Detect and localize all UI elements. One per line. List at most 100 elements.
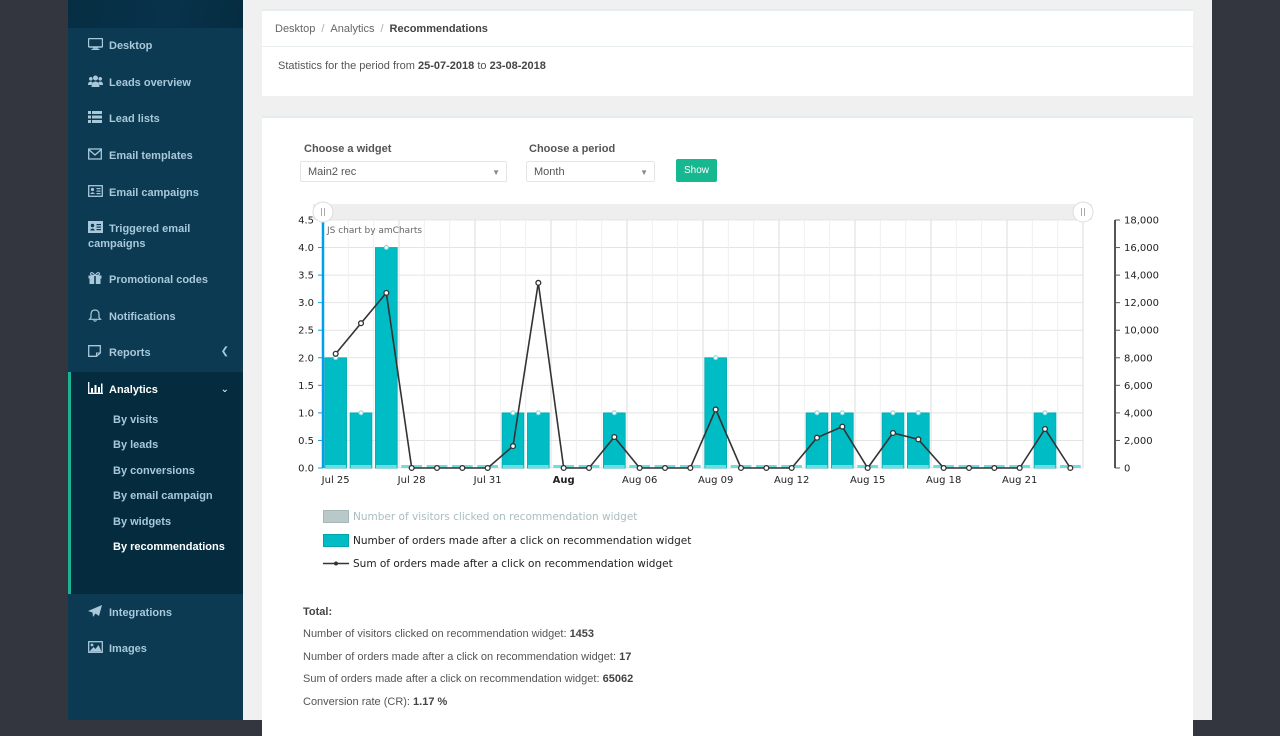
sidebar-item-integrations[interactable]: Integrations: [88, 605, 233, 621]
line-point: [712, 406, 719, 413]
sidebar-subitem-by-leads[interactable]: By leads: [113, 438, 158, 453]
sidebar-item-notifications[interactable]: Notifications: [88, 309, 233, 325]
total-value: 1453: [569, 628, 595, 640]
widget-label: Choose a widget: [304, 143, 392, 155]
line-point: [788, 464, 795, 472]
widget-select-value: Main2 rec: [308, 166, 357, 178]
sidebar-item-label: Analytics: [109, 384, 158, 396]
bell-icon: [88, 309, 104, 322]
left-axis-label: 2.0: [298, 353, 314, 364]
list-icon: [88, 111, 104, 123]
sidebar-item-desktop[interactable]: Desktop: [88, 38, 233, 54]
line-point: [1067, 464, 1074, 472]
line-point: [991, 464, 998, 472]
bar-base-strip: [527, 465, 549, 468]
bar-base-strip: [831, 465, 853, 468]
sidebar-item-lead-lists[interactable]: Lead lists: [88, 111, 233, 127]
right-axis-label: 16,000: [1124, 243, 1159, 254]
period-select[interactable]: Month ▼: [526, 161, 655, 182]
chevron-left-icon[interactable]: ❮: [221, 346, 229, 357]
sidebar-item-label: Reports: [109, 347, 151, 359]
period-prefix: Statistics for the period from: [278, 60, 418, 72]
bar-bullet: [535, 410, 541, 416]
line-point: [636, 464, 643, 472]
sidebar-item-label: Promotional codes: [109, 274, 209, 286]
line-point: [484, 464, 491, 472]
bar-base-strip: [603, 465, 625, 468]
x-axis-label: Aug 06: [622, 475, 657, 486]
bar-bullet: [713, 355, 719, 361]
show-button[interactable]: Show: [676, 159, 717, 182]
x-axis-label: Jul 28: [397, 475, 426, 486]
sidebar-item-images[interactable]: Images: [88, 641, 233, 657]
legend-marker-line: [323, 557, 349, 570]
total-value: 65062: [602, 673, 634, 685]
widget-select[interactable]: Main2 rec ▼: [300, 161, 507, 182]
sidebar-item-label: Lead lists: [109, 113, 160, 125]
total-value: 1.17 %: [413, 696, 448, 708]
bar-base-strip: [375, 465, 397, 468]
x-axis-label: Aug 21: [1002, 475, 1037, 486]
chevron-down-icon[interactable]: ⌄: [221, 384, 229, 395]
sidebar-subitem-by-visits[interactable]: By visits: [113, 413, 158, 428]
scrollbar-handle-right[interactable]: [1072, 201, 1094, 223]
sidebar-subitem-by-email-campaign[interactable]: By email campaign: [113, 489, 213, 504]
total-value: 17: [619, 651, 632, 663]
breadcrumb-analytics[interactable]: Analytics: [330, 23, 374, 35]
scrollbar-handle-left[interactable]: [312, 201, 334, 223]
breadcrumb-current: Recommendations: [389, 23, 488, 35]
line-point: [509, 443, 517, 450]
sidebar-item-analytics[interactable]: Analytics: [88, 382, 233, 398]
line-point: [535, 279, 542, 286]
legend-marker-bar: [323, 534, 349, 547]
bar-bullet: [839, 410, 845, 416]
left-axis-label: 0.0: [298, 464, 314, 475]
note-icon: [88, 345, 104, 357]
line-point: [585, 464, 593, 472]
line-point: [839, 423, 846, 430]
sidebar-subitem-by-widgets[interactable]: By widgets: [113, 515, 171, 530]
x-axis-label: Jul 31: [473, 475, 502, 486]
sidebar-item-promotional-codes[interactable]: Promotional codes: [88, 272, 233, 288]
line-point: [737, 464, 745, 472]
sidebar-item-leads-overview[interactable]: Leads overview: [88, 75, 233, 91]
line-point: [940, 464, 947, 472]
line-point: [459, 464, 466, 472]
envelope-icon: [88, 148, 104, 160]
sidebar-item-label: Email campaigns: [109, 187, 199, 199]
bar-orders-count: [527, 412, 550, 469]
sidebar-item-label: Email templates: [109, 150, 193, 162]
left-axis-label: 1.5: [298, 381, 314, 392]
sidebar-item-triggered-email-campaigns[interactable]: Triggered email campaigns: [88, 221, 233, 252]
left-axis-label: 1.0: [298, 408, 314, 419]
x-axis-label: Aug 15: [850, 475, 885, 486]
right-axis-label: 14,000: [1124, 271, 1159, 282]
line-point: [864, 464, 871, 472]
sidebar-subitem-by-conversions[interactable]: By conversions: [113, 464, 195, 479]
period-to: 23-08-2018: [489, 60, 546, 72]
bar-bullet: [358, 410, 364, 416]
total-label: Conversion rate (CR):: [303, 696, 414, 708]
sidebar-item-email-templates[interactable]: Email templates: [88, 148, 233, 164]
sidebar-item-label: Integrations: [109, 607, 172, 619]
left-axis-label: 4.0: [298, 243, 314, 254]
chart-scrollbar[interactable]: [313, 204, 1092, 220]
x-axis-label: Aug 09: [698, 475, 733, 486]
breadcrumb-desktop[interactable]: Desktop: [275, 23, 315, 35]
bar-orders-count: [324, 357, 347, 469]
total-row-visitors: Number of visitors clicked on recommenda…: [303, 628, 594, 640]
breadcrumb: Desktop / Analytics / Recommendations: [262, 11, 1193, 47]
chart-credit: JS chart by amCharts: [326, 226, 422, 236]
bar-base-strip: [705, 465, 727, 468]
sidebar-header: [68, 0, 243, 28]
line-point: [1041, 425, 1049, 433]
sidebar-subitem-by-recommendations[interactable]: By recommendations: [113, 540, 225, 555]
total-row-orders-count: Number of orders made after a click on r…: [303, 651, 631, 663]
breadcrumb-separator: /: [380, 23, 384, 35]
sidebar-item-email-campaigns[interactable]: Email campaigns: [88, 185, 233, 201]
left-axis-label: 4.5: [298, 216, 314, 227]
bar-orders-count: [704, 357, 727, 469]
sidebar-item-reports[interactable]: Reports: [88, 345, 233, 361]
bar-base-strip: [907, 465, 929, 468]
sidebar-item-label: Notifications: [109, 311, 176, 323]
